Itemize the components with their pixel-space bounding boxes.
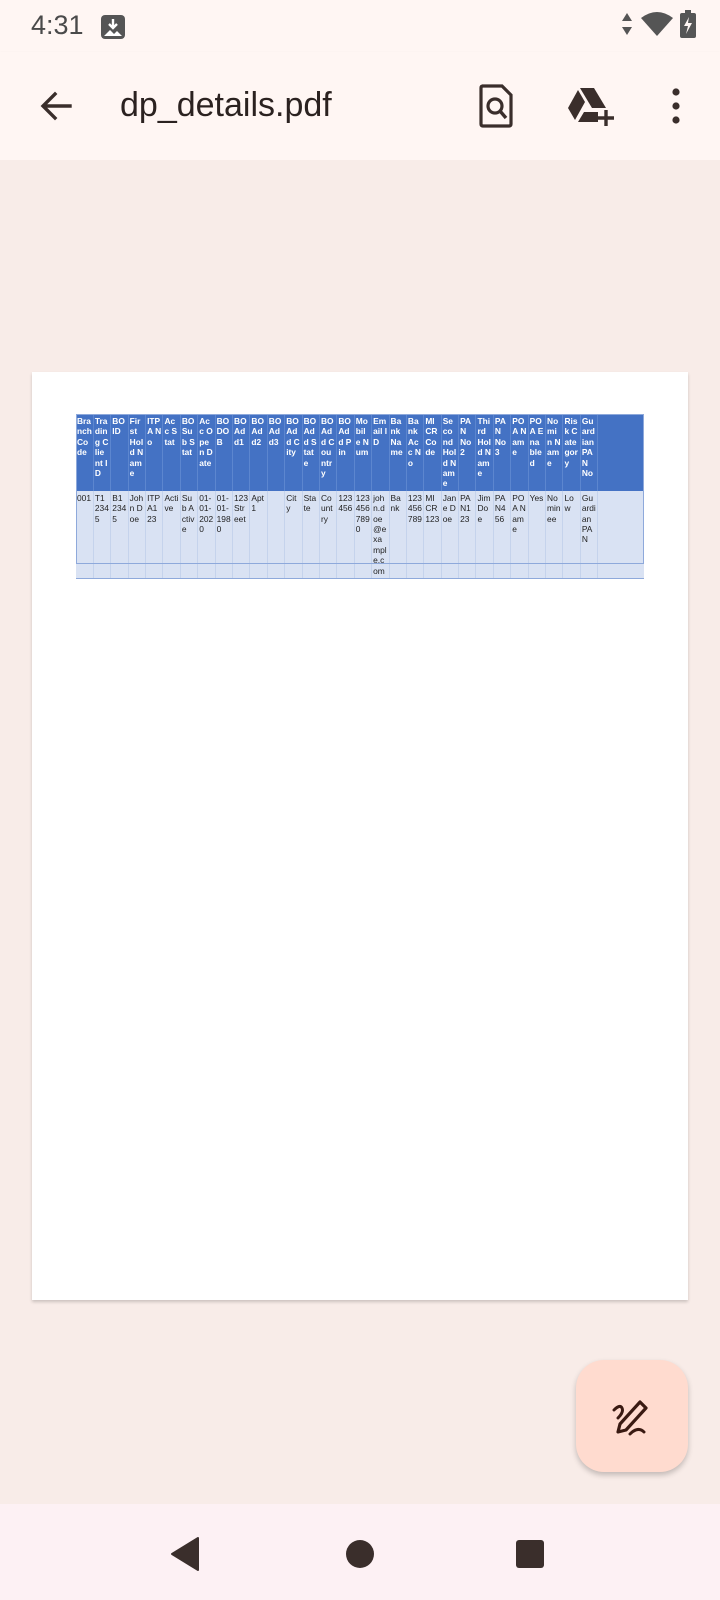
table-header-cell: BO Add2 [249, 414, 268, 491]
table-cell: Guardian PAN [580, 490, 599, 580]
table-cell: Sub Active [180, 490, 199, 580]
table-header-cell: Risk Category [562, 414, 581, 491]
table-header-filler [597, 414, 644, 491]
table-header-cell: PAN No 2 [458, 414, 477, 491]
table-header-cell: Acc Stat [162, 414, 181, 491]
table-cell: 01-01-2020 [197, 490, 216, 580]
find-in-document-icon [479, 84, 513, 128]
table-header-cell: BO Add3 [267, 414, 286, 491]
back-button[interactable] [32, 82, 80, 130]
table-cell: John Doe [128, 490, 147, 580]
table-header-cell: Trading Client ID [93, 414, 112, 491]
table-cell: 123456 [336, 490, 355, 580]
table-cell: T12345 [93, 490, 112, 580]
table-cell: 001 [76, 490, 94, 580]
find-in-document-button[interactable] [470, 80, 522, 132]
table-cell: Jim Doe [475, 490, 494, 580]
table-cell: Bank [389, 490, 407, 580]
document-table: Branch Code Trading Client ID BO ID First H… [76, 414, 644, 580]
table-header-cell: BO Add Country [319, 414, 338, 491]
table-cell: Apt 1 [249, 490, 268, 580]
table-cell: State [302, 490, 320, 580]
table-header-cell: PAN No 3 [493, 414, 512, 491]
table-header-cell: POA Enabled [528, 414, 547, 491]
table-cell: ITPA123 [145, 490, 164, 580]
table-cell: City [284, 490, 303, 580]
add-to-drive-icon [568, 88, 614, 126]
nav-recents-button[interactable] [506, 1530, 554, 1578]
table-cell: 123 Street [232, 490, 251, 580]
table-header-cell: Bank Acc No [406, 414, 425, 491]
table-cell: Low [562, 490, 581, 580]
table-cell-filler [597, 490, 644, 580]
add-to-drive-button[interactable] [564, 80, 616, 132]
table-header-cell: First Hold Name [128, 414, 147, 491]
table-header-cell: BO ID [110, 414, 129, 491]
table-header-cell: Branch Code [76, 414, 94, 491]
table-header-cell: BO Add City [284, 414, 303, 491]
table-header-cell: ITPA No [145, 414, 164, 491]
table-header-cell: Email ID [371, 414, 390, 491]
table-header-cell: BO DOB [215, 414, 234, 491]
table-header-cell: BO Add Pin [336, 414, 355, 491]
document-title: dp_details.pdf [120, 86, 332, 124]
status-bar: 4:31 [0, 0, 720, 52]
back-arrow-icon [40, 91, 72, 121]
app-bar: dp_details.pdf [0, 52, 720, 160]
edit-fab-button[interactable] [576, 1360, 688, 1472]
nav-home-button[interactable] [336, 1530, 384, 1578]
table-cell: MICR123 [423, 490, 442, 580]
table-cell: 1234567890 [354, 490, 373, 580]
nav-back-button[interactable] [160, 1530, 208, 1578]
table-cell: PAN123 [458, 490, 477, 580]
table-cell [267, 490, 286, 580]
table-cell: B12345 [110, 490, 129, 580]
status-time: 4:31 [31, 10, 84, 40]
more-options-button[interactable] [650, 80, 702, 132]
edit-pen-icon [612, 1400, 648, 1436]
table-header-cell: MICR Code [423, 414, 442, 491]
table-header-cell: Bank Name [389, 414, 407, 491]
table-cell: Active [162, 490, 181, 580]
table-header-cell: Acc Open Date [197, 414, 216, 491]
table-row: 001 T12345 B12345 John Doe ITPA123 Active Sub … [76, 490, 644, 580]
table-cell: Yes [528, 490, 547, 580]
nav-recents-icon [516, 1540, 544, 1568]
wifi-icon [640, 11, 674, 42]
table-header-cell: BO Sub Stat [180, 414, 199, 491]
table-cell: Nominee [545, 490, 564, 580]
table-header-row: Branch Code Trading Client ID BO ID First H… [76, 414, 644, 491]
pdf-page[interactable]: Branch Code Trading Client ID BO ID First H… [32, 372, 688, 1300]
nav-home-icon [346, 1540, 374, 1568]
table-header-cell: Third Hold Name [475, 414, 494, 491]
table-header-cell: BO Add1 [232, 414, 251, 491]
table-cell: Jane Doe [441, 490, 460, 580]
table-cell: john.doe@example.com [371, 490, 390, 580]
table-cell: PAN456 [493, 490, 512, 580]
table-header-cell: Mobile Num [354, 414, 373, 491]
table-header-cell: Second Hold Name [441, 414, 460, 491]
nav-back-icon [171, 1537, 199, 1571]
screenshot-notification-icon [100, 14, 126, 40]
data-arrows-icon [620, 11, 634, 42]
table-header-cell: Nomin Name [545, 414, 564, 491]
table-cell: POA Name [510, 490, 529, 580]
table-header-cell: Guardian PAN No [580, 414, 599, 491]
navigation-bar [0, 1504, 720, 1600]
table-header-cell: POA Name [510, 414, 529, 491]
more-vert-icon [672, 88, 680, 124]
table-cell: 01-01-1980 [215, 490, 234, 580]
battery-icon [680, 9, 696, 43]
table-cell: 123456789 [406, 490, 425, 580]
table-header-cell: BO Add State [302, 414, 320, 491]
table-cell: Country [319, 490, 338, 580]
